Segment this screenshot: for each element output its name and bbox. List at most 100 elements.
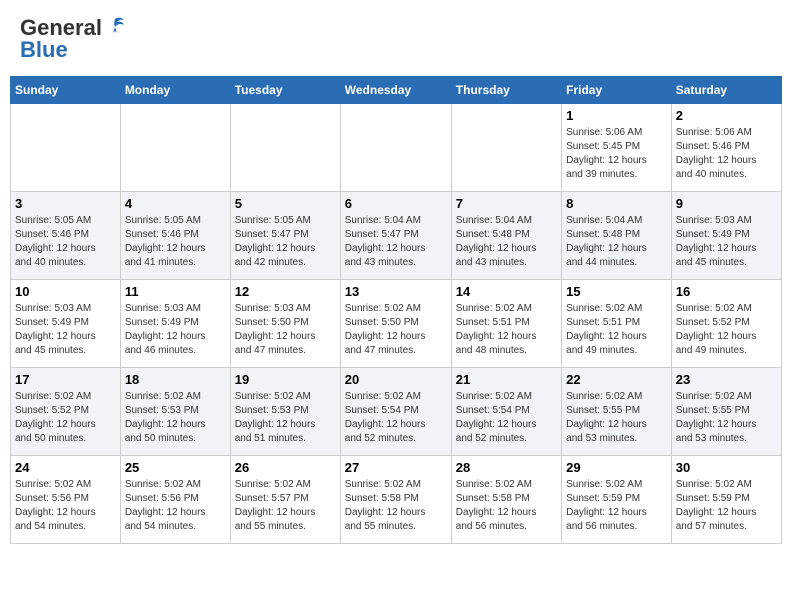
- day-number: 10: [15, 284, 116, 299]
- day-number: 13: [345, 284, 447, 299]
- calendar-day-cell: 10 Sunrise: 5:03 AM Sunset: 5:49 PM Dayli…: [11, 280, 121, 368]
- day-number: 22: [566, 372, 667, 387]
- weekday-header-wednesday: Wednesday: [340, 77, 451, 104]
- day-number: 21: [456, 372, 557, 387]
- calendar-day-cell: 5 Sunrise: 5:05 AM Sunset: 5:47 PM Daylig…: [230, 192, 340, 280]
- day-info: Sunrise: 5:02 AM Sunset: 5:59 PM Dayligh…: [676, 478, 777, 534]
- calendar-day-cell: 30 Sunrise: 5:02 AM Sunset: 5:59 PM Dayli…: [671, 456, 781, 544]
- day-info: Sunrise: 5:02 AM Sunset: 5:50 PM Dayligh…: [345, 302, 447, 358]
- day-info: Sunrise: 5:03 AM Sunset: 5:49 PM Dayligh…: [125, 302, 226, 358]
- day-info: Sunrise: 5:04 AM Sunset: 5:48 PM Dayligh…: [566, 214, 667, 270]
- day-number: 6: [345, 196, 447, 211]
- weekday-header-friday: Friday: [562, 77, 672, 104]
- calendar-day-cell: 7Sunrise: 5:04 AM Sunset: 5:48 PM Daylig…: [451, 192, 561, 280]
- calendar-week-row: 3 Sunrise: 5:05 AM Sunset: 5:46 PM Daylig…: [11, 192, 782, 280]
- calendar-day-cell: 26 Sunrise: 5:02 AM Sunset: 5:57 PM Dayli…: [230, 456, 340, 544]
- day-number: 30: [676, 460, 777, 475]
- day-number: 3: [15, 196, 116, 211]
- logo-blue-text: Blue: [20, 37, 68, 63]
- calendar-day-cell: 17 Sunrise: 5:02 AM Sunset: 5:52 PM Dayli…: [11, 368, 121, 456]
- calendar-day-cell: 9 Sunrise: 5:03 AM Sunset: 5:49 PM Daylig…: [671, 192, 781, 280]
- day-number: 1: [566, 108, 667, 123]
- day-number: 19: [235, 372, 336, 387]
- day-number: 7: [456, 196, 557, 211]
- calendar-day-cell: 29 Sunrise: 5:02 AM Sunset: 5:59 PM Dayli…: [562, 456, 672, 544]
- day-info: Sunrise: 5:02 AM Sunset: 5:54 PM Dayligh…: [345, 390, 447, 446]
- day-info: Sunrise: 5:02 AM Sunset: 5:52 PM Dayligh…: [15, 390, 116, 446]
- day-info: Sunrise: 5:02 AM Sunset: 5:58 PM Dayligh…: [456, 478, 557, 534]
- day-number: 26: [235, 460, 336, 475]
- calendar-day-cell: 19 Sunrise: 5:02 AM Sunset: 5:53 PM Dayli…: [230, 368, 340, 456]
- day-info: Sunrise: 5:03 AM Sunset: 5:50 PM Dayligh…: [235, 302, 336, 358]
- day-number: 27: [345, 460, 447, 475]
- calendar-day-cell: 2 Sunrise: 5:06 AM Sunset: 5:46 PM Daylig…: [671, 104, 781, 192]
- day-info: Sunrise: 5:06 AM Sunset: 5:46 PM Dayligh…: [676, 126, 777, 182]
- day-info: Sunrise: 5:02 AM Sunset: 5:51 PM Dayligh…: [456, 302, 557, 358]
- calendar-day-cell: 22 Sunrise: 5:02 AM Sunset: 5:55 PM Dayli…: [562, 368, 672, 456]
- calendar-day-cell: 12 Sunrise: 5:03 AM Sunset: 5:50 PM Dayli…: [230, 280, 340, 368]
- day-number: 24: [15, 460, 116, 475]
- day-info: Sunrise: 5:02 AM Sunset: 5:55 PM Dayligh…: [566, 390, 667, 446]
- day-number: 18: [125, 372, 226, 387]
- day-number: 9: [676, 196, 777, 211]
- day-info: Sunrise: 5:05 AM Sunset: 5:46 PM Dayligh…: [125, 214, 226, 270]
- calendar-week-row: 1 Sunrise: 5:06 AM Sunset: 5:45 PM Daylig…: [11, 104, 782, 192]
- calendar-empty-cell: [340, 104, 451, 192]
- calendar-empty-cell: [230, 104, 340, 192]
- calendar-header-row: SundayMondayTuesdayWednesdayThursdayFrid…: [11, 77, 782, 104]
- page-header: General Blue: [10, 10, 782, 68]
- calendar-day-cell: 11 Sunrise: 5:03 AM Sunset: 5:49 PM Dayli…: [120, 280, 230, 368]
- calendar-day-cell: 23 Sunrise: 5:02 AM Sunset: 5:55 PM Dayli…: [671, 368, 781, 456]
- day-number: 12: [235, 284, 336, 299]
- day-info: Sunrise: 5:03 AM Sunset: 5:49 PM Dayligh…: [676, 214, 777, 270]
- day-number: 28: [456, 460, 557, 475]
- logo: General Blue: [20, 15, 126, 63]
- calendar-week-row: 17 Sunrise: 5:02 AM Sunset: 5:52 PM Dayli…: [11, 368, 782, 456]
- day-info: Sunrise: 5:02 AM Sunset: 5:53 PM Dayligh…: [235, 390, 336, 446]
- day-info: Sunrise: 5:05 AM Sunset: 5:46 PM Dayligh…: [15, 214, 116, 270]
- day-number: 20: [345, 372, 447, 387]
- day-number: 17: [15, 372, 116, 387]
- calendar-day-cell: 3 Sunrise: 5:05 AM Sunset: 5:46 PM Daylig…: [11, 192, 121, 280]
- calendar-week-row: 24 Sunrise: 5:02 AM Sunset: 5:56 PM Dayli…: [11, 456, 782, 544]
- day-number: 4: [125, 196, 226, 211]
- day-number: 2: [676, 108, 777, 123]
- weekday-header-sunday: Sunday: [11, 77, 121, 104]
- day-info: Sunrise: 5:03 AM Sunset: 5:49 PM Dayligh…: [15, 302, 116, 358]
- day-number: 23: [676, 372, 777, 387]
- day-info: Sunrise: 5:02 AM Sunset: 5:55 PM Dayligh…: [676, 390, 777, 446]
- day-number: 29: [566, 460, 667, 475]
- day-info: Sunrise: 5:02 AM Sunset: 5:57 PM Dayligh…: [235, 478, 336, 534]
- calendar-day-cell: 1 Sunrise: 5:06 AM Sunset: 5:45 PM Daylig…: [562, 104, 672, 192]
- day-info: Sunrise: 5:02 AM Sunset: 5:56 PM Dayligh…: [15, 478, 116, 534]
- calendar-day-cell: 8Sunrise: 5:04 AM Sunset: 5:48 PM Daylig…: [562, 192, 672, 280]
- calendar-day-cell: 16Sunrise: 5:02 AM Sunset: 5:52 PM Dayli…: [671, 280, 781, 368]
- weekday-header-thursday: Thursday: [451, 77, 561, 104]
- calendar-day-cell: 15 Sunrise: 5:02 AM Sunset: 5:51 PM Dayli…: [562, 280, 672, 368]
- calendar-table: SundayMondayTuesdayWednesdayThursdayFrid…: [10, 76, 782, 544]
- weekday-header-monday: Monday: [120, 77, 230, 104]
- calendar-day-cell: 28 Sunrise: 5:02 AM Sunset: 5:58 PM Dayli…: [451, 456, 561, 544]
- calendar-week-row: 10 Sunrise: 5:03 AM Sunset: 5:49 PM Dayli…: [11, 280, 782, 368]
- day-info: Sunrise: 5:06 AM Sunset: 5:45 PM Dayligh…: [566, 126, 667, 182]
- calendar-day-cell: 6 Sunrise: 5:04 AM Sunset: 5:47 PM Daylig…: [340, 192, 451, 280]
- day-number: 15: [566, 284, 667, 299]
- logo-bird-icon: [104, 15, 126, 37]
- weekday-header-tuesday: Tuesday: [230, 77, 340, 104]
- calendar-empty-cell: [451, 104, 561, 192]
- day-number: 11: [125, 284, 226, 299]
- day-number: 16: [676, 284, 777, 299]
- calendar-empty-cell: [120, 104, 230, 192]
- day-info: Sunrise: 5:04 AM Sunset: 5:47 PM Dayligh…: [345, 214, 447, 270]
- day-info: Sunrise: 5:02 AM Sunset: 5:54 PM Dayligh…: [456, 390, 557, 446]
- day-info: Sunrise: 5:02 AM Sunset: 5:51 PM Dayligh…: [566, 302, 667, 358]
- calendar-empty-cell: [11, 104, 121, 192]
- calendar-day-cell: 21 Sunrise: 5:02 AM Sunset: 5:54 PM Dayli…: [451, 368, 561, 456]
- day-info: Sunrise: 5:02 AM Sunset: 5:59 PM Dayligh…: [566, 478, 667, 534]
- calendar-day-cell: 4 Sunrise: 5:05 AM Sunset: 5:46 PM Daylig…: [120, 192, 230, 280]
- calendar-day-cell: 27Sunrise: 5:02 AM Sunset: 5:58 PM Dayli…: [340, 456, 451, 544]
- weekday-header-saturday: Saturday: [671, 77, 781, 104]
- day-info: Sunrise: 5:05 AM Sunset: 5:47 PM Dayligh…: [235, 214, 336, 270]
- calendar-day-cell: 14Sunrise: 5:02 AM Sunset: 5:51 PM Dayli…: [451, 280, 561, 368]
- day-number: 5: [235, 196, 336, 211]
